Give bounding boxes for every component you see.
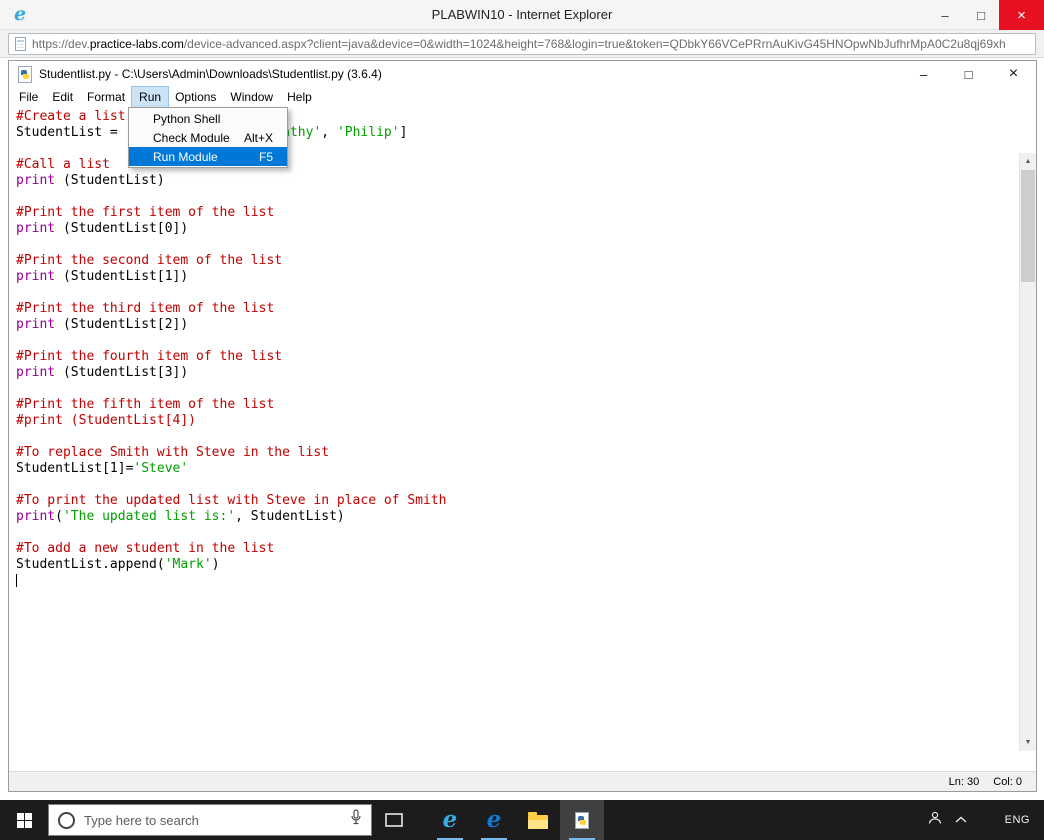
url-domain: practice-labs.com: [90, 37, 184, 51]
text-cursor: [16, 574, 17, 587]
folder-icon: [528, 815, 548, 829]
code-line-30: [16, 573, 1014, 589]
browser-close-button[interactable]: ×: [999, 0, 1044, 30]
search-input[interactable]: [84, 813, 341, 828]
code-line-19: #Print the fifth item of the list: [16, 397, 1014, 413]
code-line-16: #Print the fourth item of the list: [16, 349, 1014, 365]
idle-titlebar[interactable]: Studentlist.py - C:\Users\Admin\Download…: [9, 61, 1036, 87]
menu-run[interactable]: Run: [132, 87, 168, 107]
task-view-button[interactable]: [372, 800, 416, 840]
cortana-icon: [58, 812, 75, 829]
people-icon[interactable]: [927, 810, 943, 831]
run-menu-dropdown: Python Shell Check ModuleAlt+X Run Module F…: [128, 107, 288, 168]
code-line-7: #Print the first item of the list: [16, 205, 1014, 221]
task-view-icon: [385, 813, 403, 827]
idle-window-controls: – □ ×: [901, 61, 1036, 87]
taskbar-file-explorer-button[interactable]: [516, 800, 560, 840]
scroll-down-button[interactable]: ▼: [1020, 734, 1036, 751]
code-line-12: [16, 285, 1014, 301]
menu-options[interactable]: Options: [168, 87, 223, 107]
menu-item-check-module[interactable]: Check ModuleAlt+X: [129, 128, 287, 147]
code-line-14: print (StudentList[2]): [16, 317, 1014, 333]
code-line-10: #Print the second item of the list: [16, 253, 1014, 269]
code-line-11: print (StudentList[1]): [16, 269, 1014, 285]
menu-file[interactable]: File: [12, 87, 45, 107]
scrollbar-thumb[interactable]: [1021, 170, 1035, 282]
edge-icon: e: [487, 808, 502, 832]
url-path: /device-advanced.aspx?client=java&device…: [184, 37, 1006, 51]
code-line-21: [16, 429, 1014, 445]
code-line-6: [16, 189, 1014, 205]
browser-title: PLABWIN10 - Internet Explorer: [0, 0, 1044, 30]
idle-app-icon: [18, 66, 32, 83]
menu-format[interactable]: Format: [80, 87, 132, 107]
show-hidden-icons-chevron[interactable]: [955, 811, 967, 829]
browser-maximize-button[interactable]: □: [963, 0, 999, 30]
code-area[interactable]: #Create a listStudentList = ['John', 'Sm…: [16, 109, 1014, 589]
code-line-26: print('The updated list is:', StudentLis…: [16, 509, 1014, 525]
idle-maximize-button[interactable]: □: [946, 61, 991, 87]
code-line-8: print (StudentList[0]): [16, 221, 1014, 237]
start-button[interactable]: [0, 800, 48, 840]
browser-viewport: Studentlist.py - C:\Users\Admin\Download…: [0, 59, 1044, 800]
page-document-icon: [15, 37, 26, 51]
python-file-icon: [575, 812, 589, 829]
microphone-icon[interactable]: [350, 809, 362, 831]
menu-item-label: Run Module: [153, 150, 218, 164]
browser-titlebar: e PLABWIN10 - Internet Explorer – □ ×: [0, 0, 1044, 30]
code-line-22: #To replace Smith with Steve in the list: [16, 445, 1014, 461]
screen: e PLABWIN10 - Internet Explorer – □ × ht…: [0, 0, 1044, 840]
browser-window-controls: – □ ×: [927, 0, 1044, 30]
code-line-25: #To print the updated list with Steve in…: [16, 493, 1014, 509]
url-scheme: https://dev.: [32, 37, 90, 51]
menu-edit[interactable]: Edit: [45, 87, 80, 107]
menu-item-label: Check Module: [153, 131, 230, 145]
code-line-13: #Print the third item of the list: [16, 301, 1014, 317]
menu-item-label: Python Shell: [153, 112, 220, 126]
code-line-24: [16, 477, 1014, 493]
url-text[interactable]: https://dev.practice-labs.com/device-adv…: [32, 37, 1006, 51]
menu-item-shortcut: Alt+X: [230, 131, 273, 145]
menu-window[interactable]: Window: [223, 87, 280, 107]
code-line-5: print (StudentList): [16, 173, 1014, 189]
code-line-18: [16, 381, 1014, 397]
code-line-23: StudentList[1]='Steve': [16, 461, 1014, 477]
status-line-indicator: Ln: 30: [949, 776, 980, 788]
code-line-29: StudentList.append('Mark'): [16, 557, 1014, 573]
taskbar-ie-button[interactable]: e: [428, 800, 472, 840]
idle-close-button[interactable]: ×: [991, 61, 1036, 87]
menu-item-shortcut: F5: [245, 150, 273, 164]
taskbar: e e ENG: [0, 800, 1044, 840]
menu-item-python-shell[interactable]: Python Shell: [129, 109, 287, 128]
code-line-15: [16, 333, 1014, 349]
windows-logo-icon: [17, 813, 32, 828]
browser-addressbar: https://dev.practice-labs.com/device-adv…: [0, 30, 1044, 58]
code-line-9: [16, 237, 1014, 253]
internet-explorer-icon: e: [443, 808, 458, 832]
scroll-up-button[interactable]: ▲: [1020, 153, 1036, 170]
language-indicator[interactable]: ENG: [1005, 814, 1030, 826]
idle-statusbar: Ln: 30 Col: 0: [9, 771, 1036, 791]
idle-menubar: FileEditFormatRunOptionsWindowHelp: [9, 87, 1036, 107]
vertical-scrollbar[interactable]: ▲ ▼: [1019, 153, 1036, 751]
code-line-20: #print (StudentList[4]): [16, 413, 1014, 429]
taskbar-idle-button[interactable]: [560, 800, 604, 840]
menu-item-run-module[interactable]: Run Module F5: [129, 147, 287, 166]
status-col-indicator: Col: 0: [993, 776, 1022, 788]
idle-window: Studentlist.py - C:\Users\Admin\Download…: [8, 60, 1037, 792]
idle-minimize-button[interactable]: –: [901, 61, 946, 87]
code-line-17: print (StudentList[3]): [16, 365, 1014, 381]
taskbar-edge-button[interactable]: e: [472, 800, 516, 840]
code-line-27: [16, 525, 1014, 541]
menu-help[interactable]: Help: [280, 87, 319, 107]
browser-minimize-button[interactable]: –: [927, 0, 963, 30]
idle-window-title: Studentlist.py - C:\Users\Admin\Download…: [39, 67, 382, 81]
editor-pane[interactable]: #Create a listStudentList = ['John', 'Sm…: [9, 107, 1036, 771]
code-line-28: #To add a new student in the list: [16, 541, 1014, 557]
taskbar-search-box[interactable]: [48, 804, 372, 836]
system-tray: ENG: [927, 800, 1044, 840]
address-field[interactable]: https://dev.practice-labs.com/device-adv…: [8, 33, 1036, 55]
